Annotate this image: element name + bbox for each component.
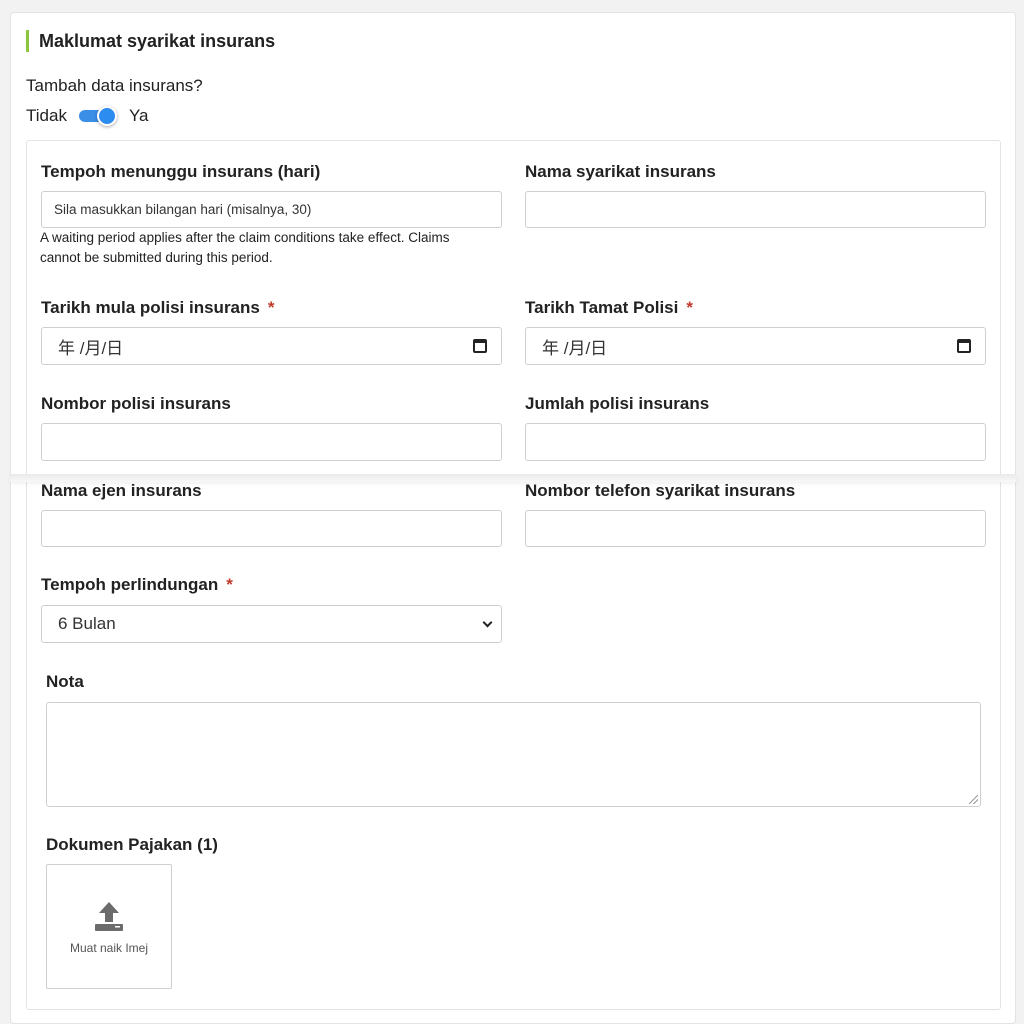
policy-number-label: Nombor polisi insurans	[41, 394, 231, 413]
policy-start-date-input[interactable]: 年 /月/日	[41, 327, 502, 365]
add-insurance-question: Tambah data insurans?	[26, 76, 203, 95]
waiting-period-label: Tempoh menunggu insurans (hari)	[41, 162, 321, 181]
toggle-off-label: Tidak	[26, 106, 67, 125]
notes-label: Nota	[46, 672, 84, 691]
coverage-period-value: 6 Bulan	[58, 614, 116, 633]
policy-start-label-text: Tarikh mula polisi insurans	[41, 298, 260, 317]
tax-docs-label: Dokumen Pajakan (1)	[46, 835, 218, 854]
agent-name-input[interactable]	[41, 510, 502, 547]
waiting-period-input[interactable]: Sila masukkan bilangan hari (misalnya, 3…	[41, 191, 502, 228]
section-title: Maklumat syarikat insurans	[26, 30, 275, 52]
policy-start-label: Tarikh mula polisi insurans *	[41, 298, 274, 318]
coverage-period-label: Tempoh perlindungan *	[41, 575, 233, 595]
calendar-icon[interactable]	[957, 339, 971, 353]
toggle-on-label: Ya	[128, 106, 149, 125]
agent-name-label: Nama ejen insurans	[41, 481, 202, 500]
add-insurance-toggle[interactable]	[78, 104, 119, 128]
upload-label: Muat naik Imej	[69, 940, 149, 955]
chevron-down-icon	[482, 617, 493, 627]
waiting-period-help: A waiting period applies after the claim…	[40, 230, 450, 265]
coverage-period-select[interactable]: 6 Bulan	[41, 605, 502, 643]
insurance-toggle-row: Tidak Ya	[26, 104, 149, 128]
upload-icon	[95, 901, 123, 931]
required-marker: *	[686, 298, 693, 317]
policy-amount-input[interactable]	[525, 423, 986, 461]
resize-handle-icon[interactable]	[969, 795, 978, 804]
company-phone-label: Nombor telefon syarikat insurans	[525, 481, 796, 500]
notes-textarea[interactable]	[46, 702, 981, 807]
date-placeholder: 年 /月/日	[542, 338, 608, 358]
company-phone-input[interactable]	[525, 510, 986, 547]
required-marker: *	[267, 298, 275, 317]
date-placeholder: 年 /月/日	[58, 338, 124, 358]
policy-end-label-text: Tarikh Tamat Polisi	[525, 298, 679, 317]
policy-number-input[interactable]	[41, 423, 502, 461]
required-marker: *	[226, 575, 233, 594]
coverage-period-label-text: Tempoh perlindungan	[41, 575, 219, 594]
policy-end-date-input[interactable]: 年 /月/日	[525, 327, 986, 365]
calendar-icon[interactable]	[473, 339, 487, 353]
company-name-label: Nama syarikat insurans	[525, 162, 716, 181]
policy-amount-label: Jumlah polisi insurans	[525, 394, 710, 413]
company-name-input[interactable]	[525, 191, 986, 228]
upload-image-button[interactable]: Muat naik Imej	[46, 864, 172, 989]
toggle-knob	[96, 106, 117, 126]
policy-end-label: Tarikh Tamat Polisi *	[525, 298, 693, 318]
